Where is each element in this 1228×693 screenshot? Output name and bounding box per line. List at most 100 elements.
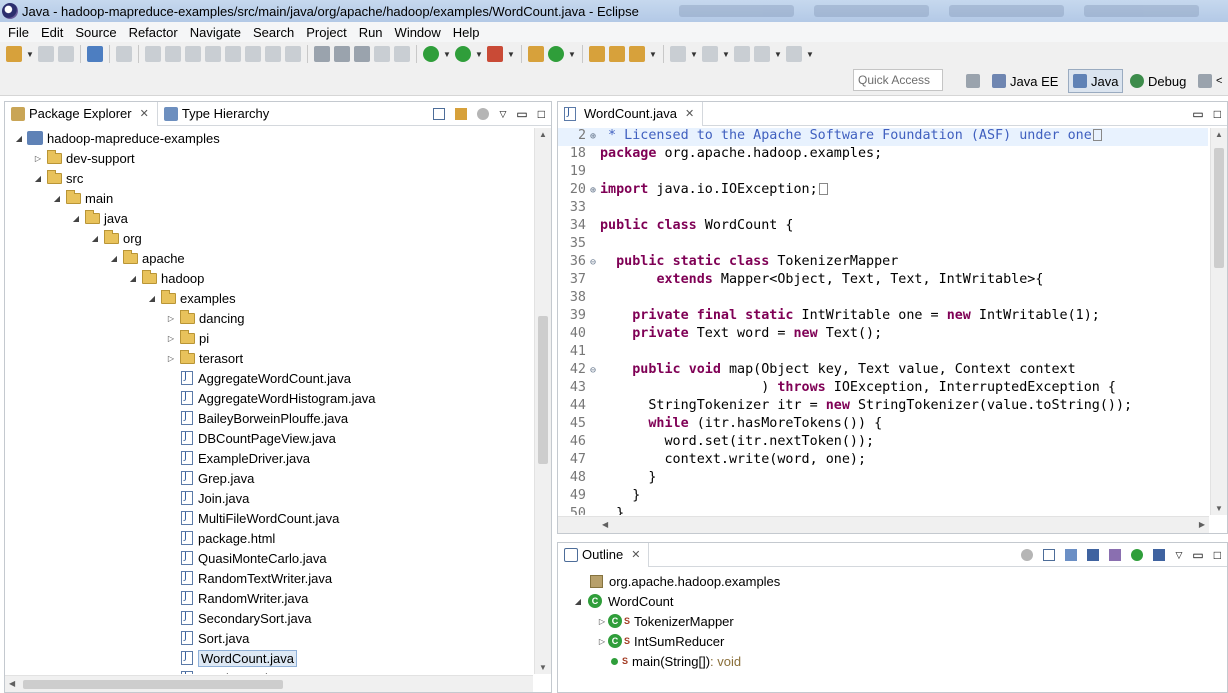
code-line[interactable]: 2 ⊕ * Licensed to the Apache Software Fou… <box>558 128 1208 146</box>
expand-arrow-icon[interactable]: ▷ <box>165 314 177 323</box>
collapse-arrow-icon[interactable]: ◢ <box>572 597 584 606</box>
code-line[interactable]: 44 StringTokenizer itr = new StringToken… <box>558 398 1208 416</box>
code-line[interactable]: 34 public class WordCount { <box>558 218 1208 236</box>
tree-folder-item[interactable]: ◢ apache <box>108 248 185 268</box>
package-explorer-hscroll[interactable]: ◀ <box>5 675 533 692</box>
debug-icon[interactable] <box>423 46 439 62</box>
resume-icon[interactable] <box>145 46 161 62</box>
outline-class[interactable]: ◢ C WordCount <box>572 591 674 611</box>
scroll-thumb[interactable] <box>538 316 548 464</box>
hide-local-types-icon[interactable] <box>1153 549 1166 561</box>
more-perspectives-button[interactable]: < <box>1194 69 1226 93</box>
collapse-all-icon[interactable] <box>433 108 446 120</box>
expand-arrow-icon[interactable]: ▷ <box>596 637 608 646</box>
expand-arrow-icon[interactable]: ▷ <box>596 617 608 626</box>
sort-icon[interactable] <box>1065 549 1078 561</box>
folded-code-marker-icon[interactable] <box>818 183 828 195</box>
close-icon[interactable]: ✕ <box>140 107 149 120</box>
tree-folder-item[interactable]: ▷ pi <box>165 328 209 348</box>
scroll-thumb[interactable] <box>1214 148 1224 268</box>
collapse-arrow-icon[interactable]: ◢ <box>51 194 63 203</box>
outline-method[interactable]: Smain(String[]) : void <box>596 651 741 671</box>
debug-dropdown-icon[interactable]: ▼ <box>443 50 451 59</box>
code-line[interactable]: 36 ⊖ public static class TokenizerMapper <box>558 254 1208 272</box>
collapse-arrow-icon[interactable]: ◢ <box>89 234 101 243</box>
code-line[interactable]: 40 private Text word = new Text(); <box>558 326 1208 344</box>
run-dropdown-icon[interactable]: ▼ <box>475 50 483 59</box>
expand-fold-icon[interactable]: ⊕ <box>590 128 598 146</box>
tree-folder-item[interactable]: ▷ dev-support <box>32 148 135 168</box>
expand-arrow-icon[interactable]: ▷ <box>165 354 177 363</box>
editor-hscroll[interactable]: ◀ ▶ <box>558 516 1209 533</box>
new-java-package-icon[interactable] <box>528 46 544 62</box>
menu-project[interactable]: Project <box>300 25 352 40</box>
collapse-arrow-icon[interactable]: ◢ <box>13 134 25 143</box>
disconnect-icon[interactable] <box>205 46 221 62</box>
code-line[interactable]: 48 } <box>558 470 1208 488</box>
close-icon[interactable]: ✕ <box>631 548 640 561</box>
expand-fold-icon[interactable]: ⊕ <box>590 182 598 200</box>
collapse-arrow-icon[interactable]: ◢ <box>70 214 82 223</box>
tree-file-item[interactable]: BaileyBorweinPlouffe.java <box>165 408 348 428</box>
code-line[interactable]: 47 context.write(word, one); <box>558 452 1208 470</box>
previous-annotation-dropdown-icon[interactable]: ▼ <box>722 50 730 59</box>
paragraph-icon[interactable] <box>394 46 410 62</box>
tree-file-item[interactable]: WordCount.java <box>165 648 297 668</box>
hide-fields-icon[interactable] <box>1087 549 1100 561</box>
code-line[interactable]: 19 <box>558 164 1208 182</box>
code-line[interactable]: 50 } <box>558 506 1208 515</box>
tree-file-item[interactable]: QuasiMonteCarlo.java <box>165 548 327 568</box>
perspective-debug[interactable]: Debug <box>1126 69 1190 93</box>
maximize-icon[interactable]: □ <box>1214 548 1221 562</box>
outline-inner-class[interactable]: ▷ C S TokenizerMapper <box>596 611 734 631</box>
tree-file-item[interactable]: AggregateWordHistogram.java <box>165 388 376 408</box>
tab-wordcount-java[interactable]: WordCount.java ✕ <box>558 101 704 126</box>
scroll-right-icon[interactable]: ▶ <box>1199 520 1205 529</box>
maximize-icon[interactable]: □ <box>538 107 545 121</box>
focus-icon[interactable] <box>477 108 490 120</box>
close-icon[interactable]: ✕ <box>685 107 694 120</box>
tab-outline[interactable]: Outline ✕ <box>558 542 650 567</box>
editor-vscroll[interactable]: ▲ ▼ <box>1210 128 1227 515</box>
tree-file-item[interactable]: AggregateWordCount.java <box>165 368 351 388</box>
new-class-dropdown-icon[interactable]: ▼ <box>568 50 576 59</box>
perspective-java[interactable]: Java <box>1068 69 1124 93</box>
brush-icon[interactable] <box>354 46 370 62</box>
next-annotation-dropdown-icon[interactable]: ▼ <box>690 50 698 59</box>
scroll-up-icon[interactable]: ▲ <box>1215 130 1223 139</box>
tree-file-item[interactable]: package.html <box>165 528 275 548</box>
scroll-thumb[interactable] <box>23 680 283 689</box>
forward-dropdown-icon[interactable]: ▼ <box>806 50 814 59</box>
expand-arrow-icon[interactable]: ▷ <box>165 334 177 343</box>
tree-folder-item[interactable]: ◢ hadoop <box>127 268 204 288</box>
back-dropdown-icon[interactable]: ▼ <box>774 50 782 59</box>
skip-breakpoints-icon[interactable] <box>116 46 132 62</box>
minimize-icon[interactable]: ▭ <box>1192 107 1203 121</box>
open-task-icon[interactable] <box>609 46 625 62</box>
view-menu-icon[interactable]: ▽ <box>1175 550 1182 561</box>
collapse-arrow-icon[interactable]: ◢ <box>108 254 120 263</box>
search-icon[interactable] <box>629 46 645 62</box>
expand-arrow-icon[interactable]: ▷ <box>32 154 44 163</box>
new-dropdown-icon[interactable]: ▼ <box>26 50 34 59</box>
previous-annotation-icon[interactable] <box>702 46 718 62</box>
tree-folder-item[interactable]: ◢ org <box>89 228 142 248</box>
step-into-icon[interactable] <box>225 46 241 62</box>
scroll-left-icon[interactable]: ◀ <box>9 679 15 688</box>
collapse-all-icon[interactable] <box>1043 549 1056 561</box>
next-annotation-icon[interactable] <box>670 46 686 62</box>
package-explorer-vscroll[interactable]: ▲ ▼ <box>534 128 551 674</box>
tree-file-item[interactable]: MultiFileWordCount.java <box>165 508 339 528</box>
menu-window[interactable]: Window <box>389 25 447 40</box>
tree-folder-item[interactable]: ◢ main <box>51 188 113 208</box>
menu-refactor[interactable]: Refactor <box>123 25 184 40</box>
drop-to-frame-icon[interactable] <box>285 46 301 62</box>
link-with-editor-icon[interactable] <box>455 108 468 120</box>
outline-package[interactable]: org.apache.hadoop.examples <box>590 571 780 591</box>
code-line[interactable]: 46 word.set(itr.nextToken()); <box>558 434 1208 452</box>
quick-access-field[interactable]: Quick Access <box>853 69 943 91</box>
code-line[interactable]: 41 <box>558 344 1208 362</box>
forward-icon[interactable] <box>786 46 802 62</box>
collapse-fold-icon[interactable]: ⊖ <box>590 362 598 380</box>
tree-file-item[interactable]: ExampleDriver.java <box>165 448 310 468</box>
